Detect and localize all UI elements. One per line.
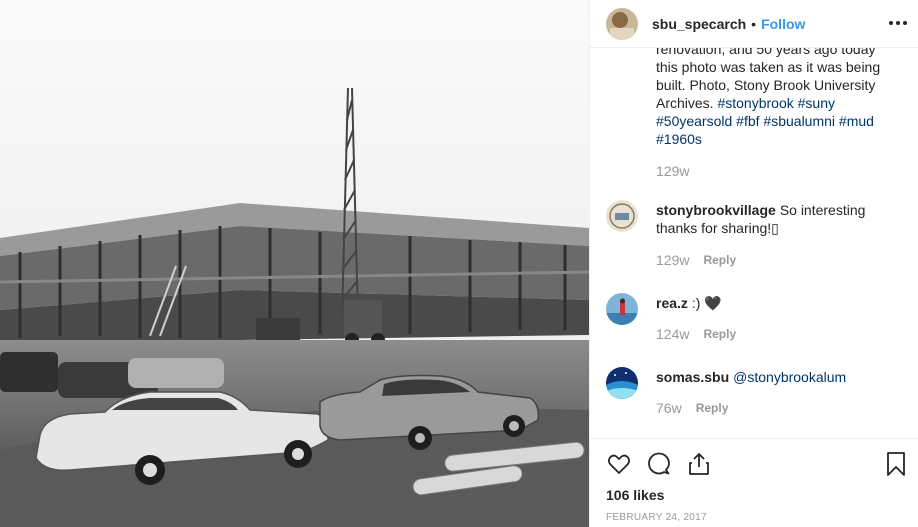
comment-text: thanks for sharing! [656, 220, 772, 236]
caption-line: renovation, and 50 years ago today [656, 48, 876, 57]
caption-timestamp[interactable]: 129w [656, 163, 689, 179]
hashtag-link[interactable]: #mud [839, 113, 874, 129]
hashtag-link[interactable]: #stonybrook [717, 95, 793, 111]
follow-button[interactable]: Follow [761, 16, 805, 32]
caption-line: built. Photo, Stony Brook University [656, 77, 876, 93]
comment-timestamp[interactable]: 124w [656, 326, 689, 342]
bookmark-icon[interactable] [883, 451, 909, 477]
comment: somas.sbu @stonybrookalum [656, 368, 900, 386]
hashtag-link[interactable]: #sbualumni [763, 113, 835, 129]
post-sidebar: sbu_specarch • Follow renovation, and 50… [589, 0, 918, 527]
comment-timestamp[interactable]: 129w [656, 252, 689, 268]
separator-dot: • [751, 15, 757, 32]
comment-text: :) [691, 295, 705, 311]
more-options-icon[interactable] [887, 12, 909, 34]
hashtag-link[interactable]: #50yearsold [656, 113, 732, 129]
comment-icon[interactable] [646, 451, 672, 477]
comment-username[interactable]: rea.z [656, 295, 688, 311]
author-avatar[interactable] [606, 7, 638, 40]
comment-meta: 129w Reply [656, 252, 736, 268]
comment-text: So interesting [779, 202, 866, 218]
user-mention-link[interactable]: @stonybrookalum [733, 369, 846, 385]
commenter-avatar[interactable] [606, 367, 638, 399]
post-caption: renovation, and 50 years ago today this … [656, 48, 900, 180]
comment-emoji: 🖤 [704, 295, 722, 311]
hashtag-link[interactable]: #1960s [656, 131, 702, 147]
share-icon[interactable] [686, 451, 712, 477]
caption-line: this photo was taken as it was being [656, 59, 881, 75]
comment: rea.z:) 🖤 [656, 294, 900, 312]
action-bar [606, 451, 726, 477]
hashtag-link[interactable]: #suny [798, 95, 835, 111]
comment: stonybrookvillage So interesting thanks f… [656, 201, 900, 237]
likes-count[interactable]: 106 likes [606, 487, 664, 503]
comment-meta: 76w Reply [656, 400, 728, 416]
author-username[interactable]: sbu_specarch [652, 16, 746, 32]
commenter-avatar[interactable] [606, 200, 638, 232]
post-header: sbu_specarch • Follow [590, 0, 918, 48]
comment-username[interactable]: stonybrookvillage [656, 202, 776, 218]
comment-username[interactable]: somas.sbu [656, 369, 729, 385]
reply-button[interactable]: Reply [696, 401, 729, 415]
comment-emoji: ▯ [771, 220, 779, 236]
caption-line: Archives. [656, 95, 718, 111]
heart-icon[interactable] [606, 451, 632, 477]
comment-meta: 124w Reply [656, 326, 736, 342]
post-date[interactable]: FEBRUARY 24, 2017 [606, 512, 707, 523]
reply-button[interactable]: Reply [703, 253, 736, 267]
comments-list[interactable]: renovation, and 50 years ago today this … [590, 48, 918, 438]
comment-timestamp[interactable]: 76w [656, 400, 682, 416]
hashtag-link[interactable]: #fbf [736, 113, 759, 129]
post-photo[interactable] [0, 0, 589, 527]
reply-button[interactable]: Reply [703, 327, 736, 341]
commenter-avatar[interactable] [606, 293, 638, 325]
post-footer: 106 likes FEBRUARY 24, 2017 [590, 438, 918, 527]
